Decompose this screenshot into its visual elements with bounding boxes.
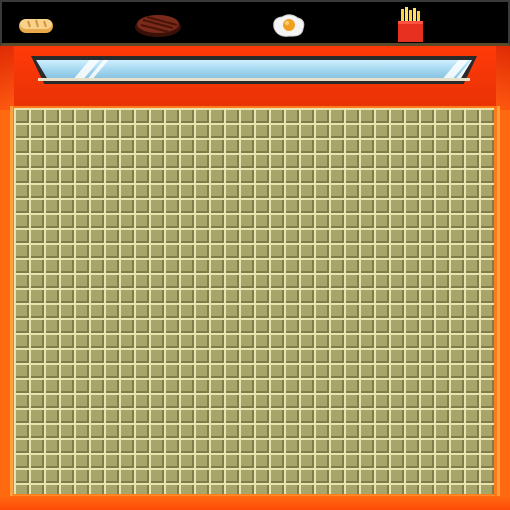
bread-icon [19,19,53,33]
inventory-slot-fries[interactable] [384,5,436,45]
tile-grid-floor[interactable] [14,108,494,494]
header-bevel-left [0,46,14,110]
fries-icon [398,7,423,42]
inventory-slot-bread[interactable] [10,5,62,45]
game-area [0,0,510,510]
header-bevel-right [496,46,510,110]
bottom-rim [0,496,510,510]
window-glass [36,60,472,78]
inventory-bar [0,0,510,46]
inventory-slot-steak[interactable] [132,5,184,45]
window-sill [38,78,470,81]
inventory-slot-fried-egg[interactable] [262,5,314,45]
fried-egg-icon [273,14,305,37]
steak-icon [135,15,181,37]
